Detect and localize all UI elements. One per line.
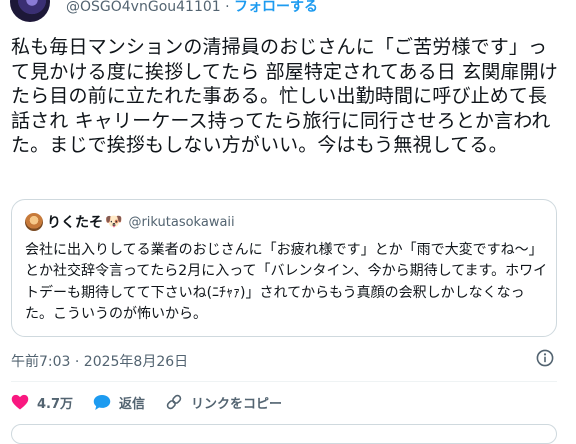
reply-bubble-icon xyxy=(93,394,111,410)
info-icon[interactable] xyxy=(536,349,554,367)
copy-link-button[interactable]: リンクをコピー xyxy=(165,393,282,412)
follow-button[interactable]: フォローする xyxy=(234,0,318,15)
meta-separator: · xyxy=(225,0,230,15)
quoted-author-handle: @rikutasokawaii xyxy=(128,214,235,230)
tweet-text: 私も毎日マンションの清掃員のおじさんに「ご苦労様です」って見かける度に挨拶してた… xyxy=(11,36,558,156)
quoted-tweet-text: 会社に出入りしてる業者のおじさんに「お疲れ様です」とか「雨で大変ですね〜」とか社… xyxy=(25,242,548,322)
next-card-edge xyxy=(11,424,557,444)
action-bar: 4.7万 返信 リンクをコピー xyxy=(11,392,302,412)
tweet-timestamp[interactable]: 午前7:03 · 2025年8月26日 xyxy=(11,351,188,371)
reply-button[interactable]: 返信 xyxy=(93,393,145,412)
quoted-author-name: りくたそ xyxy=(47,215,103,231)
tweet-header: @OSGO4vnGou41101 · フォローする xyxy=(0,0,576,22)
divider xyxy=(11,381,557,382)
author-avatar[interactable] xyxy=(10,0,50,22)
link-icon xyxy=(166,394,182,410)
like-count: 4.7万 xyxy=(37,396,74,412)
quoted-tweet[interactable]: りくたそ 🐶 @rikutasokawaii 会社に出入りしてる業者のおじさんに… xyxy=(11,199,557,337)
reply-label: 返信 xyxy=(119,396,146,412)
quoted-author-avatar xyxy=(25,213,43,231)
heart-icon xyxy=(11,394,29,410)
quoted-tweet-header: りくたそ 🐶 @rikutasokawaii xyxy=(25,212,235,232)
author-handle[interactable]: @OSGO4vnGou41101 xyxy=(66,0,221,15)
author-meta: @OSGO4vnGou41101 · フォローする xyxy=(66,0,318,14)
dog-emoji-icon: 🐶 xyxy=(105,214,123,230)
copy-link-label: リンクをコピー xyxy=(191,396,283,412)
like-button[interactable]: 4.7万 xyxy=(11,393,73,412)
